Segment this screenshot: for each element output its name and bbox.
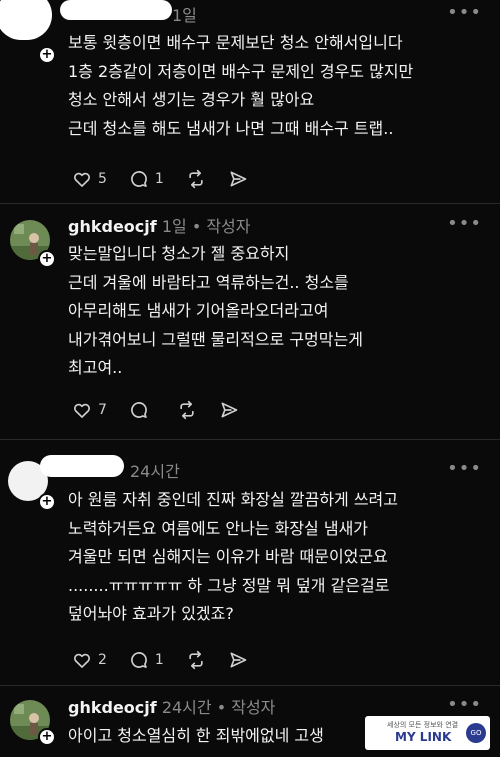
reply-button[interactable]: 1: [129, 650, 164, 670]
like-count: 7: [98, 402, 107, 418]
action-bar: 2 1: [72, 648, 270, 672]
like-button[interactable]: 2: [72, 650, 107, 670]
comment-divider: [0, 203, 500, 204]
comment-icon: [131, 652, 147, 668]
more-options-button[interactable]: •••: [447, 213, 482, 234]
share-button[interactable]: [228, 169, 248, 189]
action-bar: 7: [72, 398, 261, 422]
share-button[interactable]: [228, 650, 248, 670]
comment-icon: [131, 171, 147, 187]
comment-line: 근데 청소를 해도 냄새가 나면 그때 배수구 트랩..: [68, 118, 394, 138]
send-icon: [230, 171, 247, 187]
comment-line: 근데 겨울에 바람타고 역류하는건.. 청소를: [68, 272, 349, 292]
watermark-badge-label: GO: [470, 729, 482, 737]
watermark-logo: 세상의 모든 정보와 연결 MY LINK GO: [365, 716, 490, 750]
comment-header: 24시간: [130, 458, 180, 482]
comment-line: 맞는말입니다 청소가 젤 중요하지: [68, 244, 290, 263]
post-time: 1일: [161, 217, 187, 236]
action-bar: 5 1: [72, 167, 270, 191]
repost-button[interactable]: [177, 400, 197, 420]
comment-icon: [131, 402, 147, 418]
comment-line: 아 원룸 자취 중인데 진짜 화장실 깔끔하게 쓰려고: [68, 490, 399, 509]
comment-body: 보통 윗층이면 배수구 문제보단 청소 안해서입니다 1층 2층같이 저층이면 …: [68, 29, 488, 143]
heart-icon: [73, 403, 91, 418]
reply-button[interactable]: [129, 400, 155, 420]
repost-button[interactable]: [186, 650, 206, 670]
more-options-button[interactable]: •••: [447, 694, 482, 715]
comment-header: ghkdeocjf 24시간 • 작성자: [68, 694, 275, 718]
watermark-badge: GO: [466, 723, 486, 743]
comment-line: 청소 안해서 생기는 경우가 훨 많아요: [68, 90, 315, 109]
share-button[interactable]: [219, 400, 239, 420]
comment-divider: [0, 439, 500, 440]
comment-body: 맞는말입니다 청소가 젤 중요하지 근데 겨울에 바람타고 역류하는건.. 청소…: [68, 240, 488, 383]
post-time: 24시간: [161, 698, 212, 717]
comment-line: 내가겪어보니 그럴땐 물리적으로 구멍막는게: [68, 329, 363, 349]
redacted-username: [40, 455, 124, 477]
send-icon: [221, 402, 238, 418]
repost-icon: [189, 169, 203, 189]
reply-count: 1: [154, 171, 164, 187]
comment-line: 노력하거든요 여름에도 안나는 화장실 냄새가: [68, 518, 369, 538]
reply-count: 1: [154, 652, 164, 668]
repost-icon: [189, 650, 203, 670]
post-time: 1일: [172, 6, 197, 25]
like-button[interactable]: 7: [72, 400, 107, 420]
comment-line: 1층 2층같이 저층이면 배수구 문제인 경우도 많지만: [68, 61, 414, 81]
comment-line: ........ㅠㅠㅠㅠㅠ 하 그냥 정말 뭐 덮개 같은걸로: [68, 575, 390, 595]
reply-button[interactable]: 1: [129, 169, 164, 189]
like-button[interactable]: 5: [72, 169, 107, 189]
like-count: 5: [98, 171, 107, 187]
redacted-avatar: [0, 0, 52, 40]
comment-line: 덮어놔야 효과가 있겠죠?: [68, 604, 234, 623]
comment-line: 아무리해도 냄새가 기어올라오더라고여: [68, 301, 329, 320]
comment-header: 1일: [172, 2, 197, 26]
comment-body: 아 원룸 자취 중인데 진짜 화장실 깔끔하게 쓰려고 노력하거든요 여름에도 …: [68, 486, 488, 629]
send-icon: [230, 652, 247, 668]
comment-line: 최고여..: [68, 358, 123, 377]
watermark-tagline: 세상의 모든 정보와 연결: [387, 721, 459, 729]
comment-line: 보통 윗층이면 배수구 문제보단 청소 안해서입니다: [68, 33, 403, 52]
redacted-username: [60, 0, 172, 20]
comment-divider: [0, 685, 500, 686]
repost-button[interactable]: [186, 169, 206, 189]
username[interactable]: ghkdeocjf: [68, 217, 157, 236]
comment-header: ghkdeocjf 1일 • 작성자: [68, 213, 251, 237]
like-count: 2: [98, 652, 107, 668]
comment-line: 겨울만 되면 심해지는 이유가 바람 때문이었군요: [68, 547, 388, 566]
follow-plus-icon[interactable]: +: [38, 728, 56, 746]
follow-plus-icon[interactable]: +: [38, 46, 56, 64]
more-options-button[interactable]: •••: [447, 2, 482, 23]
username[interactable]: ghkdeocjf: [68, 698, 157, 717]
heart-icon: [73, 653, 91, 668]
watermark-brand: MY LINK: [395, 730, 452, 744]
more-options-button[interactable]: •••: [447, 458, 482, 479]
follow-plus-icon[interactable]: +: [38, 250, 56, 268]
follow-plus-icon[interactable]: +: [38, 493, 56, 511]
author-tag: • 작성자: [216, 698, 276, 717]
heart-icon: [73, 172, 91, 187]
author-tag: • 작성자: [191, 217, 251, 236]
repost-icon: [180, 400, 194, 420]
post-time: 24시간: [130, 462, 180, 481]
